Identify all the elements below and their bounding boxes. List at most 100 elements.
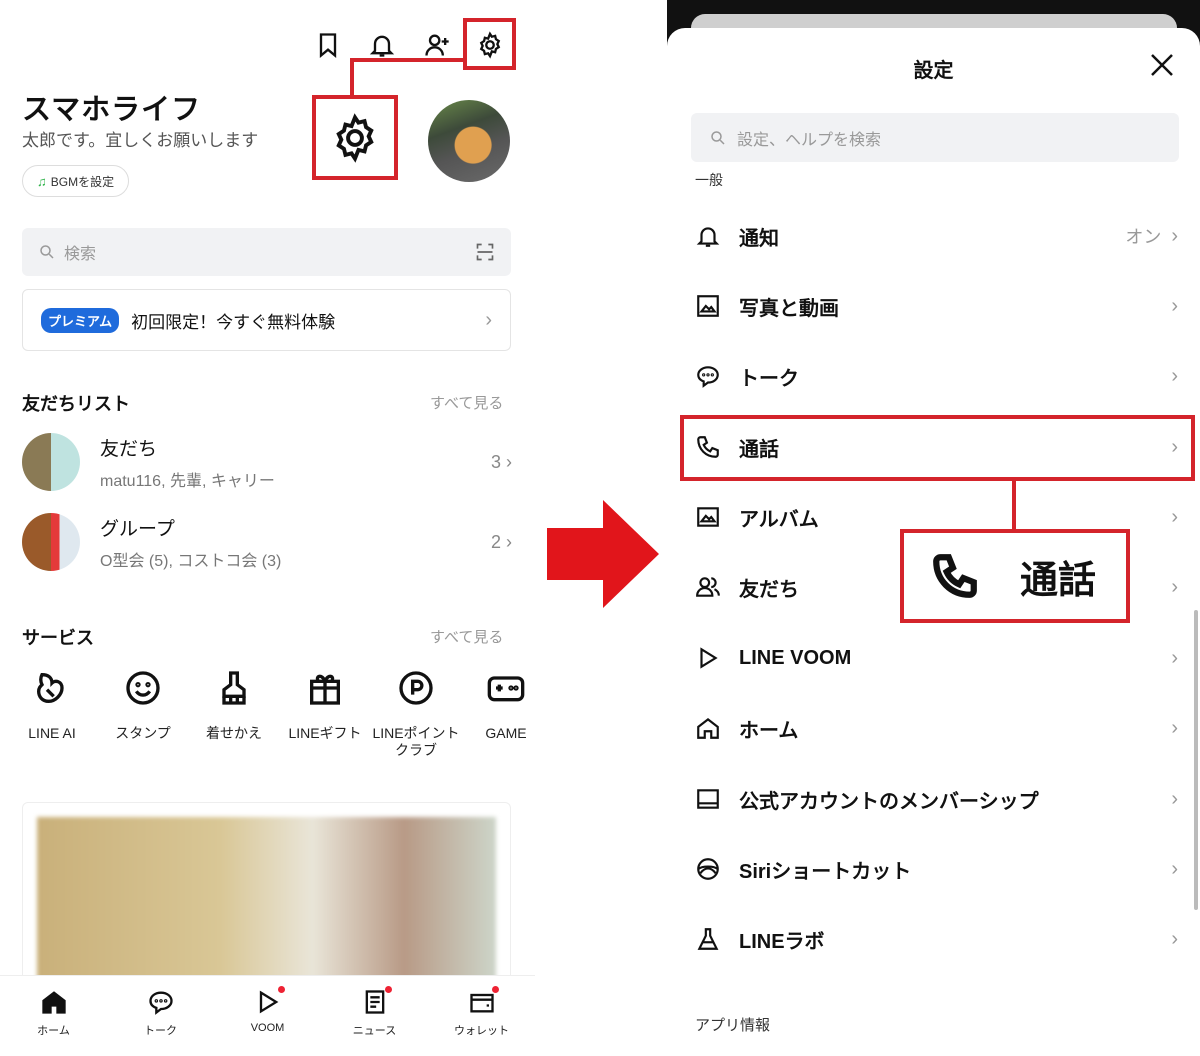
chevron-right-icon: › <box>1171 575 1178 598</box>
bell-icon[interactable] <box>365 28 399 62</box>
premium-text: 初回限定！今すぐ無料体験 <box>131 312 336 332</box>
settings-row-label: LINEラボ <box>739 930 825 953</box>
services-see-all[interactable]: すべて見る <box>430 626 503 647</box>
service-stamp[interactable]: スタンプ <box>98 668 188 742</box>
bgm-label: BGMを設定 <box>50 174 115 189</box>
friends-avatar <box>22 433 80 491</box>
chevron-right-icon: › <box>1171 294 1178 317</box>
premium-badge: プレミアム <box>41 307 120 333</box>
chevron-right-icon: › <box>485 308 492 331</box>
settings-row-line-voom[interactable]: LINE VOOM › <box>667 638 1200 678</box>
settings-row-label: 通知 <box>739 227 779 250</box>
chevron-right-icon: › <box>1171 364 1178 387</box>
service-gift[interactable]: LINEギフト <box>280 668 370 742</box>
settings-search-placeholder: 設定、ヘルプを検索 <box>737 131 882 149</box>
close-icon[interactable] <box>1147 50 1177 80</box>
service-label: LINE AI <box>28 725 76 741</box>
tab-wallet[interactable]: ウォレット <box>428 976 535 1056</box>
notification-dot <box>278 986 286 993</box>
friend-row-friends[interactable]: 友だち matu116, 先輩, キャリー 3 › <box>22 432 512 492</box>
settings-row-label: 友だち <box>739 578 799 601</box>
line-home-screen: スマホライフ 太郎です。宜しくお願いします ♫ BGMを設定 検索 プレミアム … <box>0 0 535 1056</box>
tab-label: ニュース <box>352 1025 397 1037</box>
points-icon <box>399 671 433 705</box>
chevron-right-icon: › <box>1171 224 1178 247</box>
premium-banner[interactable]: プレミアム 初回限定！今すぐ無料体験 › <box>22 289 511 351</box>
scrollbar[interactable] <box>1194 610 1198 910</box>
home-icon <box>697 717 719 739</box>
chevron-right-icon: › <box>506 531 512 552</box>
settings-row-membership[interactable]: 公式アカウントのメンバーシップ › <box>667 779 1200 819</box>
bookmark-icon[interactable] <box>311 28 345 62</box>
callout-label: 通話 <box>1020 559 1097 602</box>
highlight-connector-v <box>1012 479 1016 531</box>
tab-news[interactable]: ニュース <box>321 976 428 1056</box>
profile-name[interactable]: スマホライフ <box>22 86 201 128</box>
settings-row-label: ホーム <box>739 719 799 742</box>
group-row-sub: O型会 (5), コストコ会 (3) <box>100 552 282 570</box>
line-ai-icon <box>36 672 64 704</box>
app-info-section-header: アプリ情報 <box>695 1017 771 1034</box>
chevron-right-icon: › <box>1171 716 1178 739</box>
settings-title: 設定 <box>913 60 954 82</box>
group-row-name: グループ <box>100 518 175 540</box>
tab-label: トーク <box>144 1025 177 1037</box>
add-friend-icon[interactable] <box>420 28 454 62</box>
highlight-connector-h <box>350 58 466 62</box>
highlight-calls-row-box <box>680 415 1195 481</box>
profile-avatar[interactable] <box>428 100 510 182</box>
bgm-button[interactable]: ♫ BGMを設定 <box>22 165 130 197</box>
siri-icon <box>697 858 719 880</box>
settings-search-bar[interactable]: 設定、ヘルプを検索 <box>691 113 1179 162</box>
chevron-right-icon: › <box>506 451 512 472</box>
brush-icon <box>222 671 246 705</box>
friend-row-groups[interactable]: グループ O型会 (5), コストコ会 (3) 2 › <box>22 512 512 572</box>
calls-callout: 通話 <box>900 529 1130 623</box>
notification-dot <box>492 986 500 993</box>
enlarged-gear-callout <box>312 95 398 180</box>
voom-icon <box>259 990 278 1014</box>
friend-row-count: 3 <box>490 451 501 472</box>
service-label: LINEギフト <box>288 725 362 741</box>
settings-row-siri[interactable]: Siriショートカット › <box>667 849 1200 889</box>
service-points[interactable]: LINEポイントクラブ <box>371 668 461 759</box>
chevron-right-icon: › <box>1171 857 1178 880</box>
service-label: LINEポイントクラブ <box>372 725 460 758</box>
bottom-tab-bar: ホーム トーク VOOM ニュース ウォレット <box>0 975 535 1056</box>
service-game[interactable]: GAME <box>461 668 535 742</box>
highlight-connector-v <box>350 58 354 98</box>
album-icon <box>697 507 719 527</box>
gift-icon <box>310 674 340 705</box>
settings-row-label: アルバム <box>739 508 819 531</box>
home-search-bar[interactable]: 検索 <box>22 228 511 276</box>
service-line-ai[interactable]: LINE AI <box>7 668 97 742</box>
friends-section-title: 友だちリスト <box>22 394 130 414</box>
services-section-title: サービス <box>22 628 94 648</box>
settings-row-line-labs[interactable]: LINEラボ › <box>667 919 1200 959</box>
settings-row-notifications[interactable]: 通知 オン › <box>667 216 1200 256</box>
settings-row-label: Siriショートカット <box>739 860 912 883</box>
settings-row-talk[interactable]: トーク › <box>667 356 1200 396</box>
settings-row-label: 公式アカウントのメンバーシップ <box>739 790 1039 813</box>
notification-dot <box>385 986 393 993</box>
settings-row-photos-videos[interactable]: 写真と動画 › <box>667 286 1200 326</box>
tab-talk[interactable]: トーク <box>107 976 214 1056</box>
home-icon <box>41 991 66 1014</box>
chat-bubble-icon <box>697 366 719 388</box>
membership-icon <box>697 789 719 809</box>
service-label: スタンプ <box>115 725 171 741</box>
gamepad-icon <box>487 676 525 702</box>
tab-home[interactable]: ホーム <box>0 976 107 1056</box>
profile-status[interactable]: 太郎です。宜しくお願いします <box>22 126 258 151</box>
tab-voom[interactable]: VOOM <box>214 976 321 1056</box>
enlarged-gear-icon <box>336 112 374 163</box>
search-icon <box>40 245 54 259</box>
promo-banner[interactable] <box>22 802 511 982</box>
music-note-icon: ♫ <box>37 173 47 189</box>
qr-scan-icon[interactable] <box>475 242 495 262</box>
friend-row-sub: matu116, 先輩, キャリー <box>100 472 275 490</box>
service-theme[interactable]: 着せかえ <box>189 668 279 742</box>
friends-see-all[interactable]: すべて見る <box>430 392 503 413</box>
service-label: 着せかえ <box>206 725 262 741</box>
settings-row-home[interactable]: ホーム › <box>667 708 1200 748</box>
